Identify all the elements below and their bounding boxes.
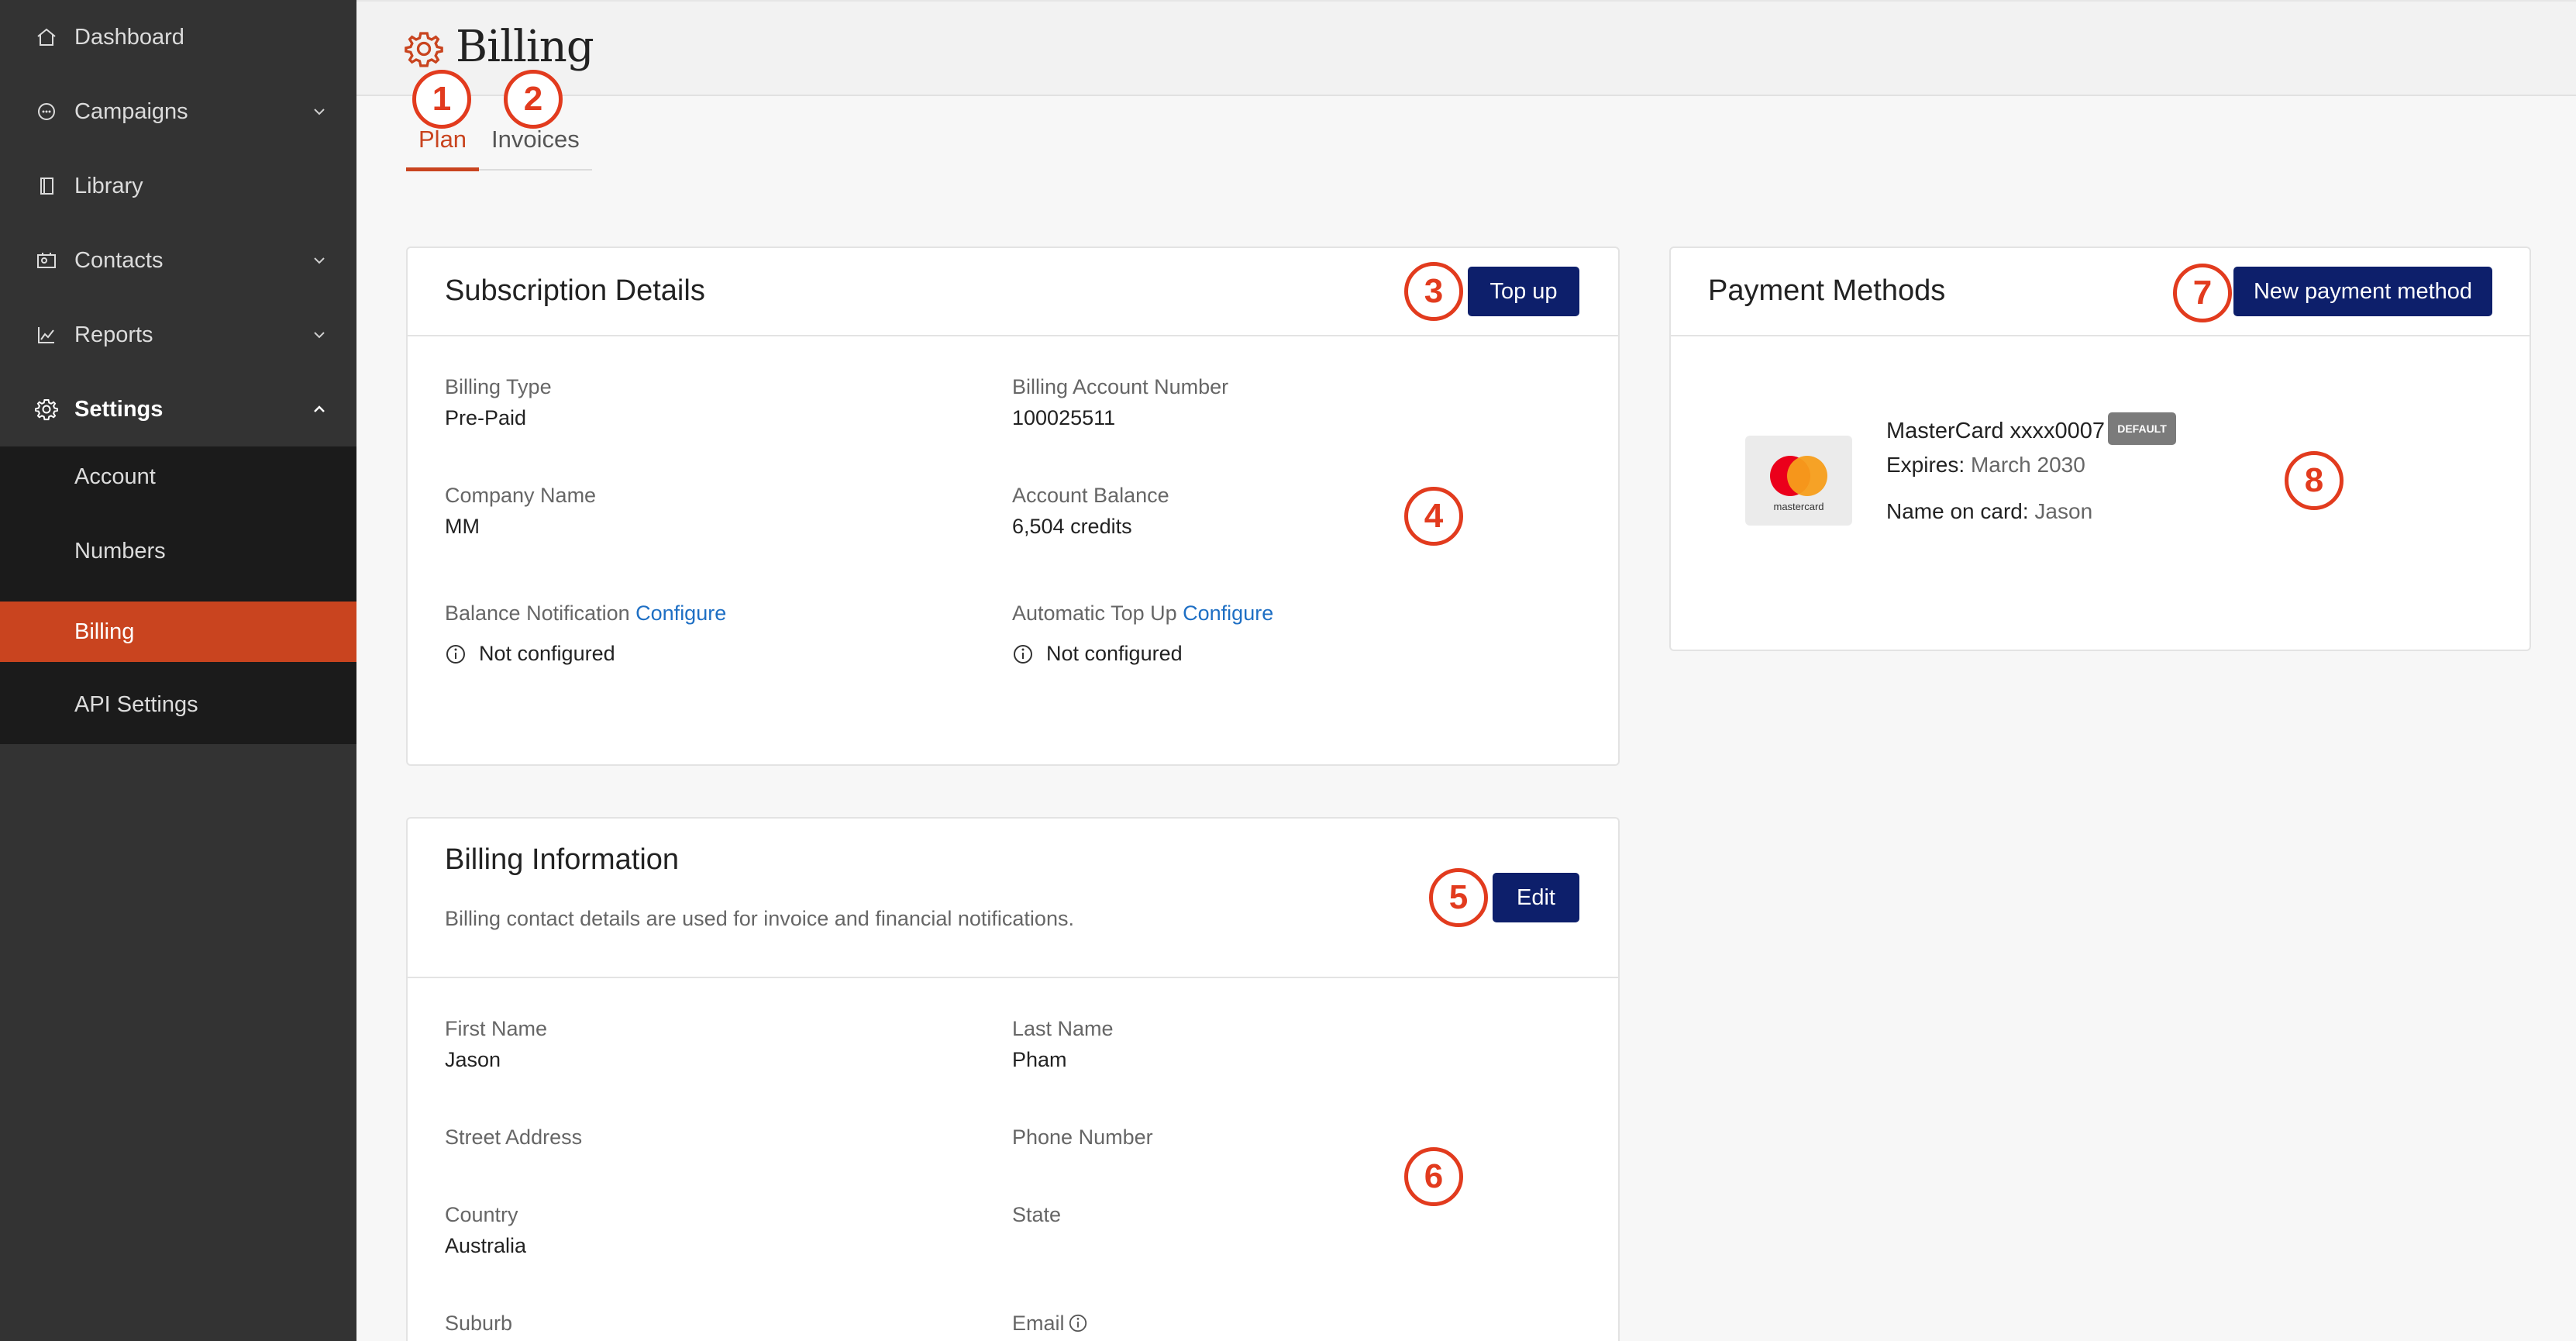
chart-line-icon bbox=[34, 322, 59, 347]
street-address-label: Street Address bbox=[445, 1126, 583, 1149]
sidebar-item-account[interactable]: Account bbox=[0, 446, 356, 507]
gear-icon bbox=[405, 32, 443, 67]
company-name-label: Company Name bbox=[445, 484, 597, 507]
home-icon bbox=[34, 25, 59, 50]
billing-information-description: Billing contact details are used for inv… bbox=[445, 907, 1074, 930]
first-name-label: First Name bbox=[445, 1017, 548, 1040]
billing-account-number-label: Billing Account Number bbox=[1012, 375, 1229, 398]
info-icon bbox=[1069, 1314, 1087, 1332]
sidebar-item-label: Numbers bbox=[74, 538, 166, 564]
default-badge: DEFAULT bbox=[2108, 412, 2176, 445]
sidebar-item-reports[interactable]: Reports bbox=[0, 298, 356, 372]
billing-type-value: Pre-Paid bbox=[445, 406, 527, 429]
chevron-down-icon bbox=[314, 109, 325, 115]
name-on-card-value: Jason bbox=[2034, 499, 2093, 523]
sidebar-item-label: API Settings bbox=[74, 691, 198, 717]
callout-6: 6 bbox=[1404, 1147, 1463, 1206]
tab-plan[interactable]: Plan bbox=[418, 126, 467, 153]
gear-icon bbox=[34, 397, 59, 422]
billing-account-number-value: 100025511 bbox=[1012, 406, 1116, 429]
chevron-up-icon bbox=[314, 405, 325, 412]
sidebar-item-library[interactable]: Library bbox=[0, 149, 356, 223]
sidebar: Dashboard Campaigns Library Contacts Rep… bbox=[0, 0, 356, 1341]
card-expiry: Expires: March 2030 bbox=[1886, 453, 2085, 477]
phone-number-label: Phone Number bbox=[1012, 1126, 1153, 1149]
active-tab-indicator bbox=[406, 167, 479, 171]
sidebar-item-campaigns[interactable]: Campaigns bbox=[0, 74, 356, 149]
state-label: State bbox=[1012, 1203, 1062, 1226]
page-title: Billing bbox=[456, 22, 594, 72]
mastercard-logo: mastercard bbox=[1745, 436, 1852, 526]
sidebar-item-settings[interactable]: Settings bbox=[0, 372, 356, 446]
settings-subnav: Account Numbers Billing API Settings bbox=[0, 446, 356, 744]
sidebar-item-billing[interactable]: Billing bbox=[0, 602, 356, 662]
automatic-top-up-label: Automatic Top Up Configure bbox=[1012, 602, 1273, 626]
sidebar-item-label: Campaigns bbox=[74, 98, 188, 124]
sidebar-item-label: Contacts bbox=[74, 247, 164, 273]
info-icon bbox=[446, 645, 465, 664]
tab-invoices[interactable]: Invoices bbox=[491, 126, 580, 153]
name-on-card-label: Name on card: bbox=[1886, 499, 2029, 523]
chevron-down-icon bbox=[314, 257, 325, 264]
expires-value: March 2030 bbox=[1970, 453, 2085, 477]
sidebar-item-label: Dashboard bbox=[74, 24, 184, 50]
automatic-top-up-status: Not configured bbox=[1046, 642, 1183, 665]
billing-type-label: Billing Type bbox=[445, 375, 552, 398]
automatic-top-up-label-text: Automatic Top Up bbox=[1012, 602, 1177, 625]
callout-7: 7 bbox=[2173, 264, 2232, 322]
card-name: MasterCard xxxx0007 bbox=[1886, 419, 2106, 443]
sidebar-item-label: Library bbox=[74, 173, 143, 198]
contact-card-icon bbox=[34, 248, 59, 273]
sidebar-item-numbers[interactable]: Numbers bbox=[0, 521, 356, 581]
sidebar-item-dashboard[interactable]: Dashboard bbox=[0, 0, 356, 74]
sidebar-item-label: Reports bbox=[74, 322, 153, 347]
company-name-value: MM bbox=[445, 515, 480, 538]
edit-button[interactable]: Edit bbox=[1493, 873, 1579, 922]
billing-information-title: Billing Information bbox=[445, 843, 680, 876]
callout-4: 4 bbox=[1404, 487, 1463, 546]
subscription-details-title: Subscription Details bbox=[445, 274, 705, 307]
balance-notification-configure-link[interactable]: Configure bbox=[635, 602, 726, 625]
page-header bbox=[356, 0, 2576, 96]
sidebar-item-api-settings[interactable]: API Settings bbox=[0, 674, 356, 735]
automatic-top-up-configure-link[interactable]: Configure bbox=[1183, 602, 1273, 625]
suburb-label: Suburb bbox=[445, 1312, 513, 1335]
card-divider bbox=[408, 335, 1618, 336]
account-balance-value: 6,504 credits bbox=[1012, 515, 1132, 538]
sidebar-item-label: Billing bbox=[74, 619, 135, 644]
last-name-value: Pham bbox=[1012, 1048, 1067, 1071]
balance-notification-label-text: Balance Notification bbox=[445, 602, 630, 625]
card-divider bbox=[408, 977, 1618, 978]
callout-8: 8 bbox=[2285, 451, 2344, 510]
last-name-label: Last Name bbox=[1012, 1017, 1114, 1040]
top-up-button[interactable]: Top up bbox=[1468, 267, 1579, 316]
sidebar-item-label: Account bbox=[74, 464, 156, 489]
card-divider bbox=[1671, 335, 2530, 336]
callout-1: 1 bbox=[412, 70, 471, 129]
email-label: Email bbox=[1012, 1312, 1065, 1335]
balance-notification-status: Not configured bbox=[479, 642, 615, 665]
account-balance-label: Account Balance bbox=[1012, 484, 1169, 507]
book-icon bbox=[34, 174, 59, 198]
country-label: Country bbox=[445, 1203, 518, 1226]
new-payment-method-button[interactable]: New payment method bbox=[2233, 267, 2492, 316]
balance-notification-label: Balance Notification Configure bbox=[445, 602, 726, 626]
sidebar-item-label: Settings bbox=[74, 396, 164, 422]
sidebar-item-contacts[interactable]: Contacts bbox=[0, 223, 356, 298]
first-name-value: Jason bbox=[445, 1048, 501, 1071]
expires-label: Expires: bbox=[1886, 453, 1965, 477]
chat-bubble-icon bbox=[34, 99, 59, 124]
callout-2: 2 bbox=[504, 70, 563, 129]
name-on-card: Name on card: Jason bbox=[1886, 499, 2092, 524]
chevron-down-icon bbox=[314, 332, 325, 339]
info-icon bbox=[1014, 645, 1032, 664]
country-value: Australia bbox=[445, 1234, 527, 1257]
callout-3: 3 bbox=[1404, 262, 1463, 321]
tab-divider bbox=[479, 169, 592, 171]
mastercard-brand-text: mastercard bbox=[1773, 501, 1824, 512]
callout-5: 5 bbox=[1429, 868, 1488, 927]
payment-methods-title: Payment Methods bbox=[1708, 274, 1946, 307]
